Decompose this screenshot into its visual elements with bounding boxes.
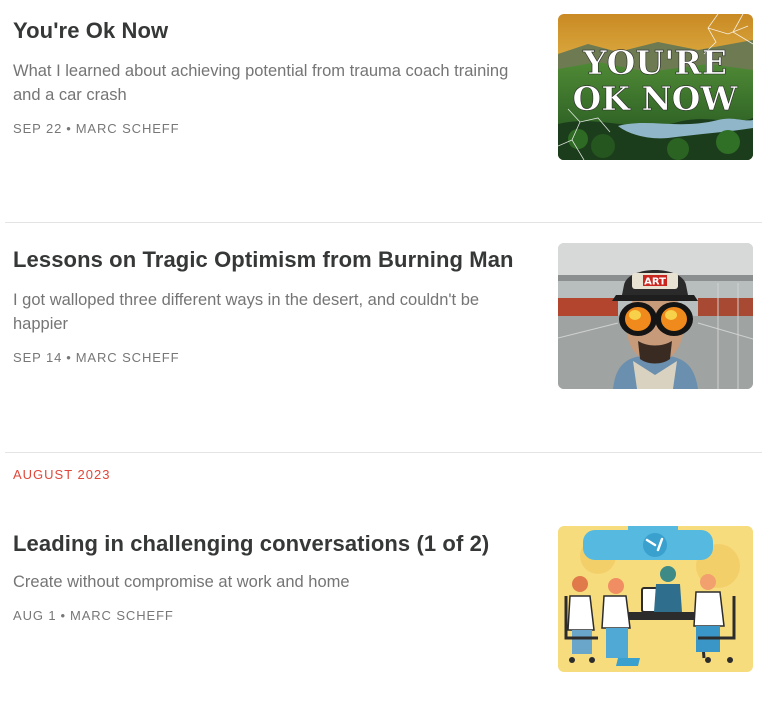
post-item[interactable]: Lessons on Tragic Optimism from Burning … [0,223,768,452]
post-subtitle: I got walloped three different ways in t… [13,291,480,333]
image-caption-line: OK NOW [573,79,739,118]
selfie-goggles-image: ART [558,243,753,389]
post-subtitle: What I learned about achieving potential… [13,62,509,104]
post-item[interactable]: Leading in challenging conversations (1 … [0,505,768,705]
post-author[interactable]: MARC SCHEFF [76,350,180,365]
meta-separator: • [66,121,72,136]
post-date: SEP 22 [13,121,63,136]
month-section-header: AUGUST 2023 [13,467,111,482]
post-item[interactable]: You're Ok Now What I learned about achie… [0,0,768,222]
post-date: AUG 1 [13,608,57,623]
post-title[interactable]: Leading in challenging conversations (1 … [13,530,489,558]
post-meta: SEP 22 • MARC SCHEFF [13,121,180,137]
post-meta: AUG 1 • MARC SCHEFF [13,608,174,624]
cracked-landscape-image: YOU'RE OK NOW [558,14,753,160]
post-author[interactable]: MARC SCHEFF [76,121,180,136]
post-date: SEP 14 [13,350,63,365]
meta-separator: • [66,350,72,365]
post-title[interactable]: Lessons on Tragic Optimism from Burning … [13,246,514,274]
post-title[interactable]: You're Ok Now [13,17,168,45]
hat-patch-text: ART [644,277,666,288]
post-thumbnail[interactable]: YOU'RE OK NOW [558,14,753,160]
post-meta: SEP 14 • MARC SCHEFF [13,350,180,366]
image-caption-line: YOU'RE [582,43,727,82]
post-thumbnail[interactable]: ART [558,243,753,389]
post-author[interactable]: MARC SCHEFF [70,608,174,623]
post-thumbnail[interactable] [558,526,753,672]
post-subtitle: Create without compromise at work and ho… [13,573,350,591]
meeting-illustration-image [558,526,753,672]
meta-separator: • [60,608,66,623]
divider [5,452,762,453]
